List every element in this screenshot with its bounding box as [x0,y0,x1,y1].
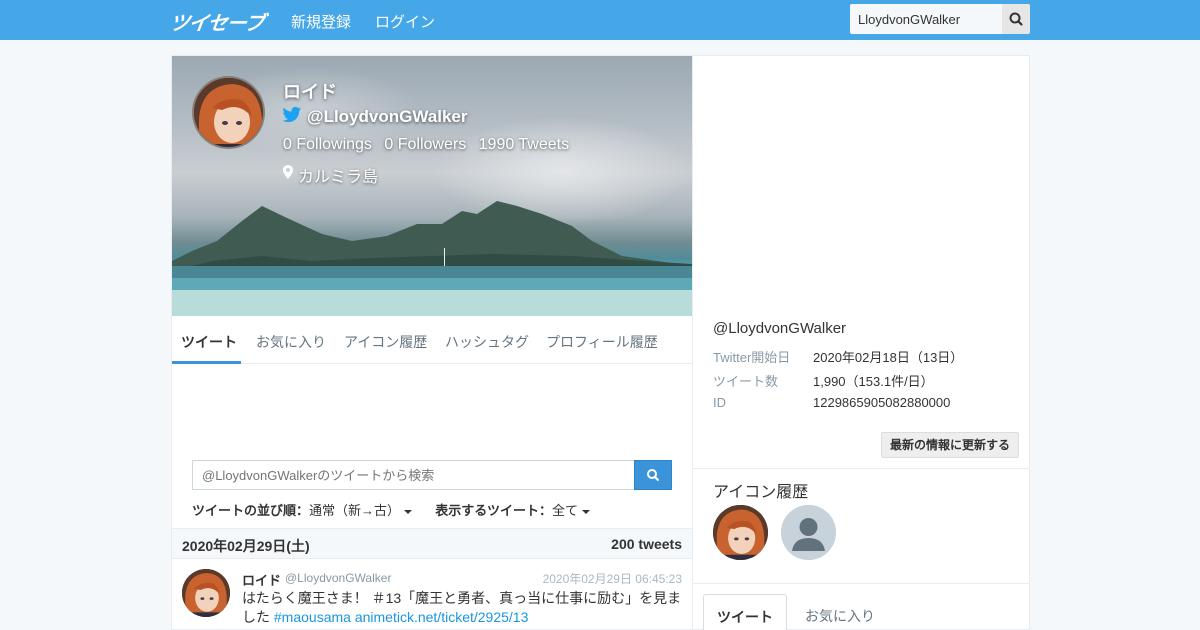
profile-name: ロイド [283,82,337,102]
tab-tweets[interactable]: ツイート [181,332,237,352]
user-id-value: 1229865905082880000 [813,395,951,410]
followers-count[interactable]: 0 Followers [384,136,466,153]
followings-count[interactable]: 0 Followings [283,136,372,153]
tweet-count-label: ツイート数 [713,374,779,389]
tweet-hashtag-link[interactable]: #maousama [274,609,351,625]
sort-controls: ツイートの並び順：通常（新→古） 表示するツイート：全て [192,500,591,519]
caret-down-icon [582,509,591,514]
tweet-url-link[interactable]: animetick.net/ticket/2925/13 [355,609,529,625]
icon-history-avatar-default[interactable] [781,505,836,560]
day-date: 2020年02月29日(土) [182,538,310,554]
profile-avatar[interactable] [192,76,265,149]
tab-hashtags[interactable]: ハッシュタグ [445,332,529,352]
tab-profile-history[interactable]: プロフィール履歴 [546,332,658,352]
divider [693,468,1029,469]
tweet-filter-value: 全て [552,503,579,518]
icon-history-title: アイコン履歴 [713,484,809,501]
tweet-text: はたらく魔王さま！ ＃13「魔王と勇者、真っ当に仕事に励む」を見ました #mao… [242,589,687,627]
search-icon [647,469,659,481]
tweet-author-handle[interactable]: @LloydvonGWalker [285,571,391,585]
login-link[interactable]: ログイン [375,11,435,32]
active-tab-indicator [172,361,241,364]
tweet-filter-label: 表示するツイート： [435,503,553,518]
user-id-label: ID [713,395,726,410]
profile-handle[interactable]: @LloydvonGWalker [307,107,467,127]
tweet-avatar[interactable] [182,569,230,617]
right-tab-favorites[interactable]: お気に入り [805,606,875,626]
tweet-count-value: 1,990（153.1件/日） [813,374,934,389]
profile-location: カルミラ島 [298,169,379,186]
site-logo[interactable]: ツイセーブ [168,7,266,36]
register-link[interactable]: 新規登録 [291,11,351,32]
tweets-count[interactable]: 1990 Tweets [479,136,569,153]
profile-tabs: ツイート お気に入り アイコン履歴 ハッシュタグ プロフィール履歴 [172,316,692,364]
header-search-button[interactable] [1002,4,1030,34]
caret-down-icon [404,509,413,514]
twitter-bird-icon [282,106,302,123]
day-header: 2020年02月29日(土) 200 tweets [172,528,692,559]
sort-order-value: 通常（新→古） [309,503,401,518]
default-user-icon [781,505,836,560]
update-info-button[interactable]: 最新の情報に更新する [881,432,1019,458]
tweet-timestamp[interactable]: 2020年02月29日 06:45:23 [543,570,682,587]
tweet-search-button[interactable] [634,460,672,490]
right-tab-tweets[interactable]: ツイート [703,594,787,630]
navbar: ツイセーブ 新規登録 ログイン [0,0,1200,40]
tweet-filter-dropdown[interactable]: 全て [552,503,591,518]
tweet-author-name[interactable]: ロイド [242,570,281,589]
tweet-search-input[interactable] [192,460,635,490]
search-icon [1009,12,1023,26]
start-date-value: 2020年02月18日（13日） [813,350,964,365]
column-divider [692,56,693,630]
tab-favorites[interactable]: お気に入り [256,332,326,352]
divider [693,583,1029,584]
sort-order-dropdown[interactable]: 通常（新→古） [309,503,413,518]
location-pin-icon [283,165,293,179]
day-tweet-count: 200 tweets [611,536,682,552]
tab-icon-history[interactable]: アイコン履歴 [344,332,427,352]
icon-history-avatar-current[interactable] [713,505,768,560]
header-search [850,4,1030,34]
profile-stats: 0 Followings 0 Followers 1990 Tweets [283,136,577,154]
info-handle: @LloydvonGWalker [713,320,847,337]
sort-order-label: ツイートの並び順： [192,503,310,518]
header-search-input[interactable] [850,4,1002,34]
start-date-label: Twitter開始日 [713,350,791,365]
